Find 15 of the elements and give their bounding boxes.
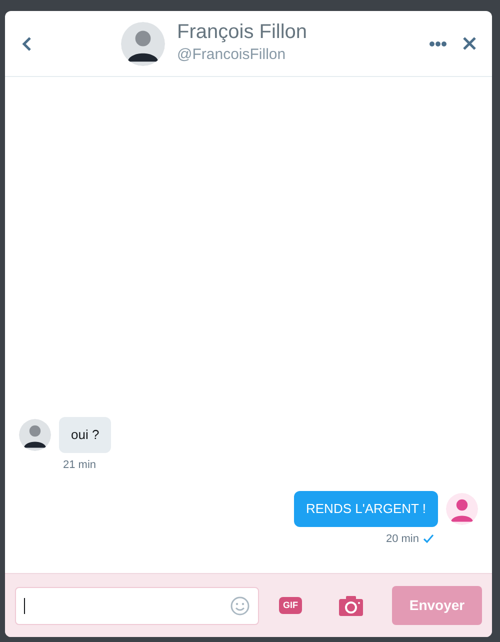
contact-handle: @FrancoisFillon [177,45,287,66]
message-bubble: oui ? [59,417,112,452]
message-time: 20 min [386,532,419,546]
close-icon[interactable] [463,37,476,50]
back-icon[interactable] [21,36,33,52]
camera-icon[interactable] [338,594,364,616]
avatar [19,418,51,451]
avatar [446,492,478,525]
avatar [121,22,165,66]
message-time: 21 min [63,458,96,472]
more-icon[interactable] [429,40,447,46]
contact-name: François Fillon [177,20,308,44]
message-field[interactable] [15,586,259,624]
gif-button[interactable]: GIF [279,597,302,614]
message-bubble: RENDS L'ARGENT ! [294,491,438,526]
